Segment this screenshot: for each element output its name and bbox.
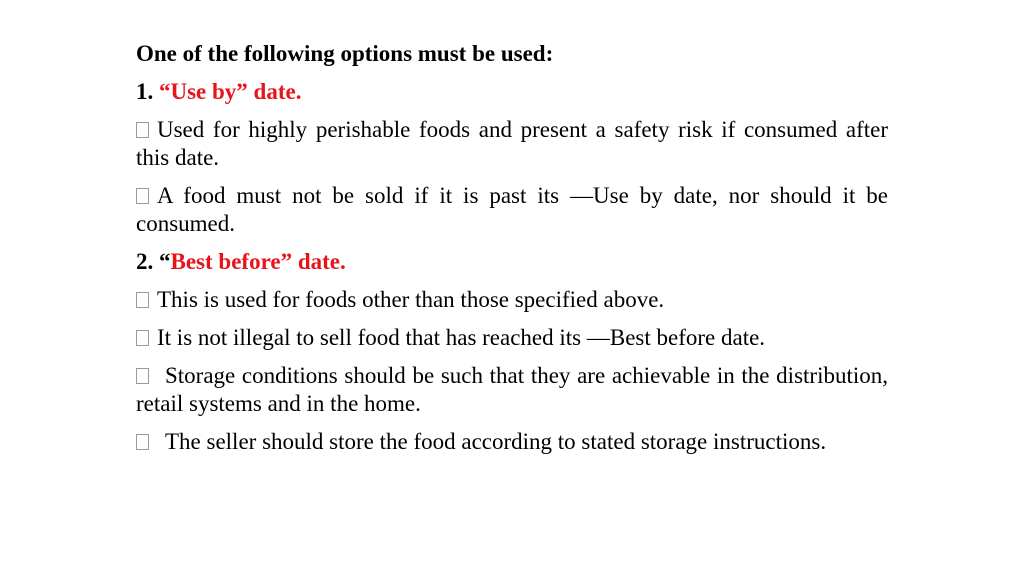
bullet-item: Storage conditions should be such that t… xyxy=(136,362,888,418)
section-label-red: “Use by” date. xyxy=(159,79,302,104)
slide-title: One of the following options must be use… xyxy=(136,41,554,66)
missing-glyph-box-icon xyxy=(136,434,149,450)
section-label-red: Best before” date. xyxy=(170,249,346,274)
slide-content: One of the following options must be use… xyxy=(136,40,888,466)
bullet-item: This is used for foods other than those … xyxy=(136,286,888,314)
missing-glyph-box-icon xyxy=(136,292,149,308)
bullet-text: Storage conditions should be such that t… xyxy=(136,363,888,416)
missing-glyph-box-icon xyxy=(136,368,149,384)
bullet-text: The seller should store the food accordi… xyxy=(165,429,827,454)
section-number: 2. xyxy=(136,249,154,274)
section-number: 1. xyxy=(136,79,154,104)
bullet-item: The seller should store the food accordi… xyxy=(136,428,888,456)
missing-glyph-box-icon xyxy=(136,330,149,346)
section-prefix: “ xyxy=(159,249,171,274)
bullet-text: This is used for foods other than those … xyxy=(157,287,665,312)
bullet-text: It is not illegal to sell food that has … xyxy=(157,325,766,350)
section-heading-best-before: 2. “Best before” date. xyxy=(136,248,888,276)
bullet-text: A food must not be sold if it is past it… xyxy=(136,183,888,236)
missing-glyph-box-icon xyxy=(136,188,149,204)
missing-glyph-box-icon xyxy=(136,122,149,138)
bullet-item: Used for highly perishable foods and pre… xyxy=(136,116,888,172)
section-heading-use-by: 1. “Use by” date. xyxy=(136,78,888,106)
bullet-item: It is not illegal to sell food that has … xyxy=(136,324,888,352)
bullet-text: Used for highly perishable foods and pre… xyxy=(136,117,888,170)
bullet-item: A food must not be sold if it is past it… xyxy=(136,182,888,238)
